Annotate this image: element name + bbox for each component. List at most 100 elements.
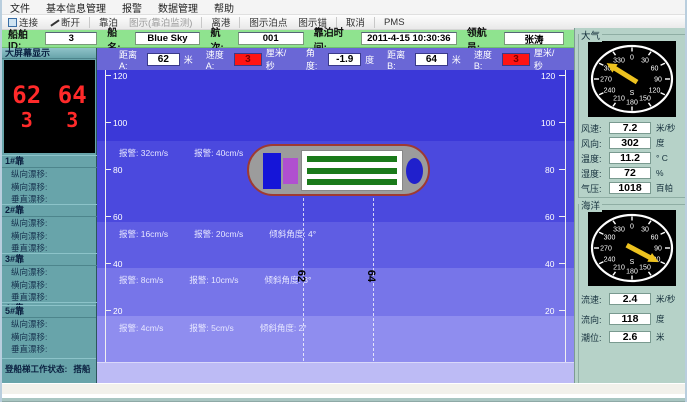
temperature-value: 11.2 [609, 152, 651, 164]
current-direction-label: 流向: [575, 313, 609, 326]
wind-direction-unit: 度 [651, 137, 665, 149]
distance-b-unit: 米 [452, 53, 461, 66]
longitudinal-drift-label: 纵向漂移: [2, 168, 97, 181]
menu-alarm[interactable]: 报警 [122, 0, 142, 15]
temperature-unit: ° C [651, 153, 668, 163]
menu-bar: 文件 基本信息管理 报警 数据管理 帮助 [2, 0, 687, 15]
vertical-drift-label: 垂直漂移: [2, 343, 96, 356]
svg-text:S: S [630, 90, 635, 97]
svg-text:270: 270 [600, 77, 612, 84]
lateral-drift-label: 横向漂移: [2, 331, 96, 344]
wind-direction-label: 风向: [575, 137, 609, 150]
alarm-speed-label: 报警: 20cm/s [194, 228, 243, 240]
app-window: 文件 基本信息管理 报警 数据管理 帮助 连接 断开 靠泊 图示(靠泊监测) 离… [0, 0, 687, 402]
led-speed-b: 3 [66, 108, 78, 132]
humidity-value: 72 [609, 167, 651, 179]
menu-basic-info[interactable]: 基本信息管理 [46, 0, 106, 15]
ship-superstructure [263, 153, 281, 189]
angle-unit: 度 [365, 53, 374, 66]
y-tick-label: 120 [113, 71, 127, 81]
berth-section-3: 3#靠 纵向漂移: 横向漂移: 垂直漂移: [2, 253, 97, 303]
y-tick-label: 120 [541, 71, 555, 81]
lateral-drift-label: 横向漂移: [2, 279, 97, 292]
ship-id-input[interactable]: 3 [45, 32, 97, 45]
weather-group-title: 大气 [579, 28, 602, 42]
menu-file[interactable]: 文件 [10, 0, 30, 15]
led-display: 62 64 3 3 [4, 60, 95, 153]
speed-b-value: 3 [502, 53, 530, 66]
tilt-angle-label: 倾斜角度: 2° [260, 322, 307, 334]
svg-text:60: 60 [651, 235, 659, 242]
svg-text:90: 90 [654, 77, 662, 84]
berth-3-title: 3#靠 [2, 253, 97, 266]
svg-text:300: 300 [604, 235, 616, 242]
svg-text:240: 240 [604, 257, 616, 264]
svg-text:180: 180 [626, 269, 638, 276]
current-speed-label: 流速: [575, 293, 609, 306]
distance-a-value: 62 [147, 53, 180, 66]
status-bar [2, 383, 687, 394]
current-speed-unit: 米/秒 [651, 293, 675, 305]
ship-name-input[interactable]: Blue Sky [135, 32, 201, 45]
berth-section-2: 2#靠 纵向漂移: 横向漂移: 垂直漂移: [2, 204, 97, 254]
alarm-speed-label: 报警: 5cm/s [189, 322, 233, 334]
window-frame-bottom [2, 398, 687, 402]
wind-direction-gauge: 0 30 60 90 120 150 180 210 240 270 300 3… [588, 41, 676, 117]
berth-1-title: 1#靠 [2, 155, 97, 168]
distance-a-label: 距离A: [119, 48, 143, 71]
speed-a-label: 速度A: [206, 48, 230, 71]
y-tick-label: 40 [545, 259, 554, 269]
y-tick-label: 60 [545, 212, 554, 222]
tide-level-value: 2.6 [609, 331, 651, 343]
right-axis [565, 70, 566, 362]
berth-2-title: 2#靠 [2, 204, 97, 217]
alarm-speed-label: 报警: 4cm/s [119, 322, 163, 334]
menu-data[interactable]: 数据管理 [158, 0, 198, 15]
y-tick-label: 40 [113, 259, 122, 269]
distance-a-marker-label: 62 [295, 270, 307, 282]
y-tick-label: 60 [113, 212, 122, 222]
pressure-unit: 百帕 [651, 182, 673, 194]
humidity-unit: % [651, 168, 664, 178]
y-tick-label: 80 [545, 165, 554, 175]
pilot-input[interactable]: 张涛 [504, 32, 564, 45]
alarm-speed-label: 报警: 10cm/s [189, 274, 238, 286]
alarm-speed-label: 报警: 8cm/s [119, 274, 163, 286]
ship-graphic [247, 144, 430, 196]
svg-text:30: 30 [641, 227, 649, 234]
berth-time-input[interactable]: 2011-4-15 10:30:36 [361, 32, 457, 45]
ship-deckhouse [283, 158, 298, 184]
sidebar-bottom: 5#靠 纵向漂移: 横向漂移: 垂直漂移: 登船梯工作状态: 搭船 [2, 305, 97, 383]
alarm-band-2deg: 报警: 4cm/s 报警: 5cm/s 倾斜角度: 2° [97, 316, 574, 362]
svg-text:30: 30 [641, 58, 649, 65]
angle-label: 角度: [306, 46, 325, 72]
longitudinal-drift-label: 纵向漂移: [2, 266, 97, 279]
svg-text:0: 0 [630, 55, 634, 62]
alarm-speed-label: 报警: 32cm/s [119, 147, 168, 159]
tilt-angle-label: 倾斜角度: 4° [269, 228, 316, 240]
led-distance-b: 64 [58, 82, 87, 108]
speed-a-value: 3 [234, 53, 262, 66]
ocean-group-title: 海洋 [579, 198, 602, 212]
svg-text:210: 210 [613, 265, 625, 272]
current-direction-unit: 度 [651, 313, 665, 325]
y-tick-label: 80 [113, 165, 122, 175]
wind-speed-label: 风速: [575, 122, 609, 135]
current-direction-gauge: 0 30 60 90 120 150 180 210 240 270 300 3… [588, 210, 676, 286]
svg-text:0: 0 [630, 224, 634, 231]
ship-bow-tank [406, 158, 423, 184]
lateral-drift-label: 横向漂移: [2, 230, 97, 243]
humidity-label: 湿度: [575, 167, 609, 180]
menu-help[interactable]: 帮助 [214, 0, 234, 15]
svg-text:240: 240 [604, 88, 616, 95]
svg-text:60: 60 [651, 66, 659, 73]
svg-text:120: 120 [649, 88, 661, 95]
dock-strip [97, 362, 574, 383]
y-tick-label: 100 [113, 118, 127, 128]
wind-direction-value: 302 [609, 137, 651, 149]
tide-level-unit: 米 [651, 331, 665, 343]
voyage-input[interactable]: 001 [238, 32, 304, 45]
wind-speed-value: 7.2 [609, 122, 651, 134]
gangway-status-label: 登船梯工作状态: [5, 363, 67, 375]
alarm-speed-label: 报警: 16cm/s [119, 228, 168, 240]
